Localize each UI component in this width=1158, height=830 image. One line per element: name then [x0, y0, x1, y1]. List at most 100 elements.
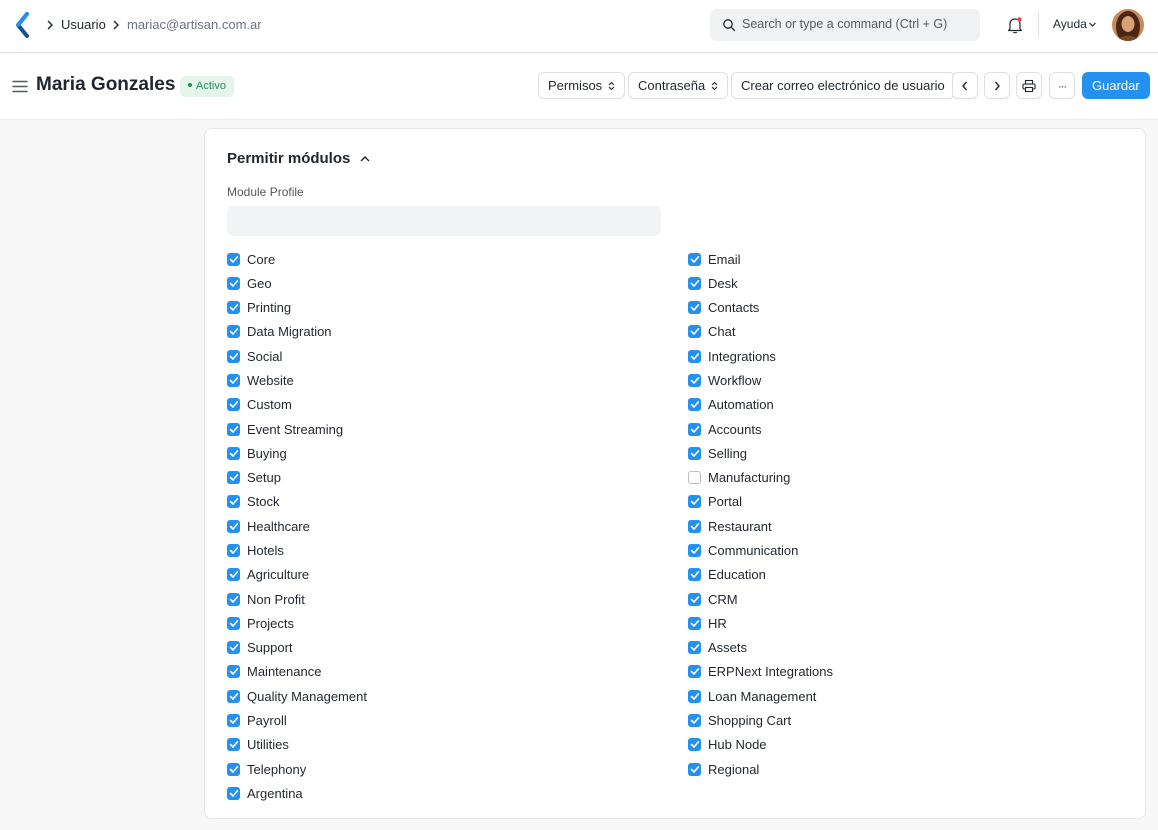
module-checkbox[interactable]	[688, 519, 701, 533]
help-menu[interactable]: Ayuda	[1053, 17, 1087, 31]
breadcrumb-user-email[interactable]: mariac@artisan.com.ar	[127, 17, 262, 32]
module-label[interactable]: Restaurant	[708, 519, 772, 534]
module-checkbox[interactable]	[227, 325, 240, 339]
password-button[interactable]: Contraseña	[628, 72, 729, 99]
module-checkbox[interactable]	[227, 276, 240, 290]
module-label[interactable]: Data Migration	[247, 324, 332, 339]
module-option-desk[interactable]: Desk	[688, 271, 833, 295]
avatar[interactable]	[1112, 9, 1144, 41]
module-option-healthcare[interactable]: Healthcare	[227, 514, 367, 538]
search-bar[interactable]: Search or type a command (Ctrl + G)	[710, 9, 980, 41]
module-option-hotels[interactable]: Hotels	[227, 538, 367, 562]
module-label[interactable]: Selling	[708, 446, 747, 461]
module-checkbox[interactable]	[227, 252, 240, 266]
module-checkbox[interactable]	[688, 446, 701, 460]
module-option-website[interactable]: Website	[227, 368, 367, 392]
module-checkbox[interactable]	[688, 592, 701, 606]
module-checkbox[interactable]	[227, 446, 240, 460]
module-option-accounts[interactable]: Accounts	[688, 417, 833, 441]
module-option-argentina[interactable]: Argentina	[227, 781, 367, 805]
module-checkbox[interactable]	[688, 422, 701, 436]
module-option-projects[interactable]: Projects	[227, 611, 367, 635]
module-option-maintenance[interactable]: Maintenance	[227, 660, 367, 684]
section-title[interactable]: Permitir módulos	[227, 150, 350, 167]
module-checkbox[interactable]	[227, 665, 240, 679]
module-label[interactable]: Argentina	[247, 786, 303, 801]
module-option-communication[interactable]: Communication	[688, 538, 833, 562]
module-option-assets[interactable]: Assets	[688, 636, 833, 660]
module-label[interactable]: Education	[708, 567, 766, 582]
module-checkbox[interactable]	[227, 689, 240, 703]
module-checkbox[interactable]	[227, 301, 240, 315]
module-label[interactable]: Desk	[708, 276, 738, 291]
module-option-hr[interactable]: HR	[688, 611, 833, 635]
module-label[interactable]: Non Profit	[247, 592, 305, 607]
module-option-stock[interactable]: Stock	[227, 490, 367, 514]
module-checkbox[interactable]	[227, 495, 240, 509]
permissions-button[interactable]: Permisos	[538, 72, 626, 99]
module-label[interactable]: Quality Management	[247, 689, 367, 704]
bell-icon[interactable]	[1007, 16, 1023, 34]
module-label[interactable]: Agriculture	[247, 567, 309, 582]
module-option-education[interactable]: Education	[688, 563, 833, 587]
module-option-custom[interactable]: Custom	[227, 393, 367, 417]
module-checkbox[interactable]	[688, 568, 701, 582]
module-label[interactable]: Projects	[247, 616, 294, 631]
module-option-core[interactable]: Core	[227, 247, 367, 271]
module-option-restaurant[interactable]: Restaurant	[688, 514, 833, 538]
module-label[interactable]: Social	[247, 349, 282, 364]
module-checkbox[interactable]	[688, 276, 701, 290]
module-checkbox[interactable]	[227, 762, 240, 776]
module-option-payroll[interactable]: Payroll	[227, 708, 367, 732]
module-checkbox[interactable]	[688, 713, 701, 727]
module-option-telephony[interactable]: Telephony	[227, 757, 367, 781]
module-label[interactable]: Geo	[247, 276, 272, 291]
module-option-agriculture[interactable]: Agriculture	[227, 563, 367, 587]
module-option-crm[interactable]: CRM	[688, 587, 833, 611]
previous-record-button[interactable]	[952, 72, 978, 99]
module-option-integrations[interactable]: Integrations	[688, 344, 833, 368]
module-label[interactable]: Utilities	[247, 737, 289, 752]
module-label[interactable]: Healthcare	[247, 519, 310, 534]
module-label[interactable]: Portal	[708, 494, 742, 509]
module-label[interactable]: Hub Node	[708, 737, 767, 752]
chevron-up-icon[interactable]	[359, 154, 371, 164]
module-label[interactable]: Core	[247, 252, 275, 267]
module-checkbox[interactable]	[227, 471, 240, 485]
module-option-non-profit[interactable]: Non Profit	[227, 587, 367, 611]
module-checkbox[interactable]	[227, 616, 240, 630]
module-label[interactable]: Stock	[247, 494, 280, 509]
module-checkbox[interactable]	[227, 374, 240, 388]
module-checkbox[interactable]	[688, 252, 701, 266]
module-checkbox[interactable]	[688, 641, 701, 655]
module-label[interactable]: Maintenance	[247, 664, 321, 679]
module-option-manufacturing[interactable]: Manufacturing	[688, 466, 833, 490]
module-label[interactable]: Website	[247, 373, 294, 388]
module-label[interactable]: Contacts	[708, 300, 759, 315]
module-label[interactable]: Email	[708, 252, 741, 267]
module-option-email[interactable]: Email	[688, 247, 833, 271]
module-checkbox[interactable]	[688, 471, 701, 485]
frappe-logo-icon[interactable]	[14, 12, 32, 38]
module-option-support[interactable]: Support	[227, 636, 367, 660]
module-option-utilities[interactable]: Utilities	[227, 733, 367, 757]
module-checkbox[interactable]	[688, 689, 701, 703]
module-label[interactable]: Integrations	[708, 349, 776, 364]
module-label[interactable]: Chat	[708, 324, 735, 339]
module-option-geo[interactable]: Geo	[227, 271, 367, 295]
module-checkbox[interactable]	[688, 325, 701, 339]
module-label[interactable]: Printing	[247, 300, 291, 315]
module-checkbox[interactable]	[688, 495, 701, 509]
module-option-buying[interactable]: Buying	[227, 441, 367, 465]
module-label[interactable]: Manufacturing	[708, 470, 790, 485]
module-option-hub-node[interactable]: Hub Node	[688, 733, 833, 757]
module-option-loan-management[interactable]: Loan Management	[688, 684, 833, 708]
module-label[interactable]: Support	[247, 640, 293, 655]
module-label[interactable]: Automation	[708, 397, 774, 412]
module-checkbox[interactable]	[688, 398, 701, 412]
module-label[interactable]: Communication	[708, 543, 798, 558]
module-label[interactable]: Custom	[247, 397, 292, 412]
module-option-contacts[interactable]: Contacts	[688, 296, 833, 320]
module-checkbox[interactable]	[688, 665, 701, 679]
module-label[interactable]: Telephony	[247, 762, 306, 777]
